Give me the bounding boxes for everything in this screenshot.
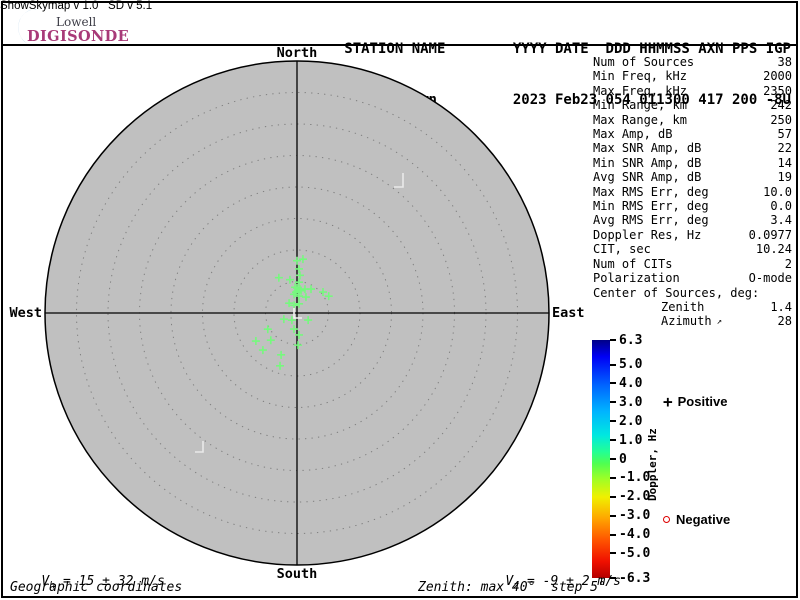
stat-row: Max Freq, kHz 2350 <box>593 84 792 98</box>
stat-row: Avg SNR Amp, dB 19 <box>593 170 792 184</box>
stat-label: Max Amp, dB <box>593 127 673 142</box>
legend-positive: + Positive <box>663 391 728 411</box>
colorbar-tick <box>610 382 616 385</box>
stat-label: Min Freq, kHz <box>593 69 687 84</box>
showskymap-screen: Lowell DIGISONDE STATION NAME YYYY DATE … <box>0 0 800 600</box>
zenith-range-note: Zenith: max 40° step 5° <box>418 580 606 595</box>
stat-value: O-mode <box>748 271 792 286</box>
azimuth-direction-icon: ↗ <box>716 317 722 328</box>
colorbar-tick <box>610 439 616 442</box>
direction-label-north: North <box>276 45 318 61</box>
colorbar-tick <box>610 552 616 555</box>
stat-row: Min SNR Amp, dB 14 <box>593 156 792 170</box>
colorbar-tick <box>610 476 616 479</box>
colorbar-tick-label: -3.0 <box>619 508 651 524</box>
stat-value: 250 <box>770 112 792 127</box>
stat-value: 1.4 <box>770 299 792 314</box>
direction-label-west: West <box>9 305 42 321</box>
stat-label: Min Range, km <box>593 98 687 113</box>
stat-label: Doppler Res, Hz <box>593 227 702 242</box>
stat-value: 242 <box>770 98 792 113</box>
stat-label: Max Range, km <box>593 112 687 127</box>
stat-row: Max RMS Err, deg 10.0 <box>593 185 792 199</box>
stat-label: Azimuth ↗ <box>661 314 722 329</box>
colorbar-tick-label: 3.0 <box>619 394 643 410</box>
stat-value: 22 <box>777 141 792 156</box>
legend-positive-label: Positive <box>677 394 728 409</box>
colorbar-tick-label: -4.0 <box>619 527 651 543</box>
stat-value: 0.0 <box>770 199 792 214</box>
stat-row: CIT, sec 10.24 <box>593 242 792 256</box>
stat-label: Zenith <box>661 299 705 314</box>
legend-negative-label: Negative <box>676 512 731 527</box>
colorbar-tick <box>610 420 616 423</box>
stat-value: 10.24 <box>755 242 792 257</box>
legend-negative: Negative <box>663 512 730 527</box>
stat-value: 2350 <box>763 83 792 98</box>
colorbar-tick <box>610 495 616 498</box>
stat-label: Polarization <box>593 271 680 286</box>
stat-label: Avg SNR Amp, dB <box>593 170 702 185</box>
stat-row: Max SNR Amp, dB 22 <box>593 141 792 155</box>
colorbar-tick-label: 1.0 <box>619 432 643 448</box>
coordinate-system-label: Geographic coordinates <box>10 580 183 595</box>
colorbar-tick <box>610 514 616 517</box>
stat-label: Max SNR Amp, dB <box>593 141 702 156</box>
stats-panel: Num of Sources 38 Min Freq, kHz 2000 Max Fre… <box>593 55 792 331</box>
stat-row: Polarization O-mode <box>593 271 792 285</box>
colorbar-tick-label: 5.0 <box>619 357 643 373</box>
stat-row: Num of CITs 2 <box>593 257 792 271</box>
colorbar-tick <box>610 533 616 536</box>
stat-value: 38 <box>777 55 792 69</box>
colorbar-tick-label: 4.0 <box>619 375 643 391</box>
stat-value: 2000 <box>763 69 792 84</box>
stat-row: Azimuth ↗ 28 <box>593 314 792 330</box>
doppler-axis-label: Doppler, Hz <box>646 428 659 501</box>
colorbar-tick-label: 6.3 <box>619 332 643 348</box>
colorbar-tick-label: 0 <box>619 451 627 467</box>
direction-label-east: East <box>552 305 585 321</box>
direction-label-south: South <box>276 566 318 582</box>
stat-row: Max Range, km 250 <box>593 113 792 127</box>
stat-value: 28 <box>777 314 792 329</box>
doppler-colorbar <box>592 340 610 578</box>
stat-value: 0.0977 <box>748 227 792 242</box>
colorbar-tick <box>610 458 616 460</box>
stat-label: Min RMS Err, deg <box>593 199 709 214</box>
stat-value: 2 <box>784 256 792 271</box>
stat-label: Num of Sources <box>593 55 695 69</box>
colorbar-tick <box>610 363 616 366</box>
colorbar-tick <box>610 339 616 341</box>
stat-value: 57 <box>777 127 792 142</box>
stat-label: Center of Sources, deg: <box>593 285 760 300</box>
stat-row: Min Freq, kHz 2000 <box>593 69 792 83</box>
circle-marker-icon <box>663 516 670 523</box>
stat-label: Max Freq, kHz <box>593 83 687 98</box>
colorbar-tick <box>610 401 616 404</box>
stat-label: CIT, sec <box>593 242 651 257</box>
colorbar-tick-label: -6.3 <box>619 570 651 586</box>
stat-label: Max RMS Err, deg <box>593 184 709 199</box>
stat-value: 19 <box>777 170 792 185</box>
stat-row: Center of Sources, deg: <box>593 286 792 300</box>
stat-row: Min RMS Err, deg 0.0 <box>593 199 792 213</box>
colorbar-tick-label: -5.0 <box>619 545 651 561</box>
stat-label: Avg RMS Err, deg <box>593 213 709 228</box>
stat-label: Num of CITs <box>593 256 673 271</box>
stat-row: Doppler Res, Hz 0.0977 <box>593 228 792 242</box>
stat-row: Max Amp, dB 57 <box>593 127 792 141</box>
colorbar-tick-label: 2.0 <box>619 413 643 429</box>
stat-label: Min SNR Amp, dB <box>593 155 702 170</box>
plus-marker-icon: + <box>663 391 673 411</box>
stat-row: Avg RMS Err, deg 3.4 <box>593 213 792 227</box>
stat-row: Zenith 1.4 <box>593 300 792 314</box>
stat-row: Min Range, km 242 <box>593 98 792 112</box>
stat-value: 14 <box>777 155 792 170</box>
stat-value: 10.0 <box>763 184 792 199</box>
stat-row: Num of Sources 38 <box>593 55 792 69</box>
stat-value: 3.4 <box>770 213 792 228</box>
